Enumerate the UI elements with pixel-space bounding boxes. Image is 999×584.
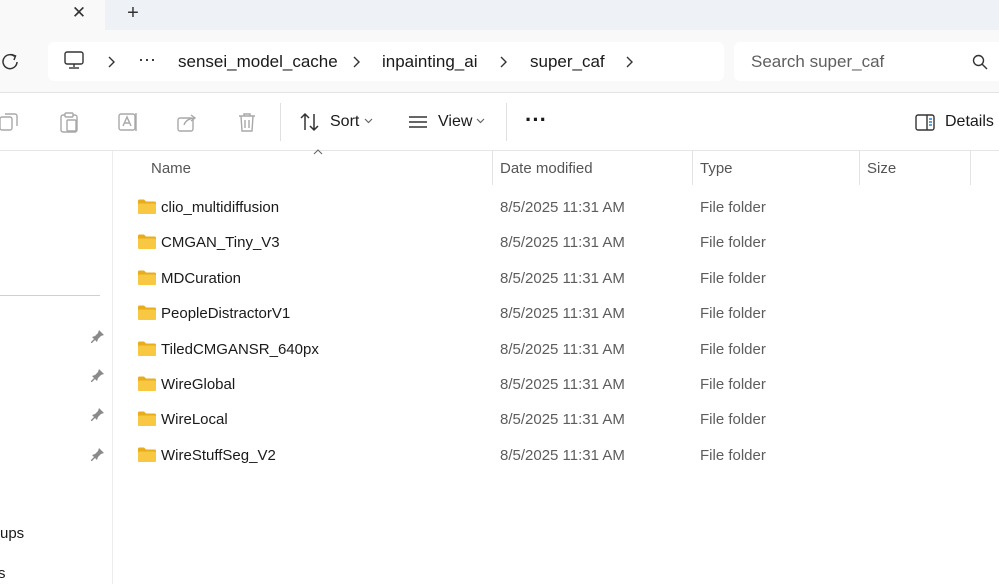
- pin-icon[interactable]: [91, 407, 105, 421]
- file-date: 8/5/2025 11:31 AM: [500, 305, 625, 322]
- share-icon[interactable]: [176, 111, 198, 133]
- column-header-label: Date modified: [500, 160, 593, 177]
- view-button[interactable]: View: [438, 113, 472, 131]
- view-icon[interactable]: [407, 111, 429, 133]
- delete-icon[interactable]: [236, 111, 258, 133]
- see-more-button[interactable]: ···: [525, 107, 547, 133]
- file-date: 8/5/2025 11:31 AM: [500, 411, 625, 428]
- breadcrumb-item[interactable]: inpainting_ai: [382, 52, 477, 72]
- file-date: 8/5/2025 11:31 AM: [500, 234, 625, 251]
- file-row[interactable]: CMGAN_Tiny_V3 8/5/2025 11:31 AM File fol…: [113, 225, 999, 260]
- file-row[interactable]: PeopleDistractorV1 8/5/2025 11:31 AM Fil…: [113, 296, 999, 331]
- file-row[interactable]: MDCuration 8/5/2025 11:31 AM File folder: [113, 261, 999, 296]
- file-row[interactable]: WireLocal 8/5/2025 11:31 AM File folder: [113, 402, 999, 437]
- file-date: 8/5/2025 11:31 AM: [500, 270, 625, 287]
- column-header-label: Type: [700, 160, 733, 177]
- rename-icon[interactable]: [117, 111, 139, 133]
- file-type: File folder: [700, 270, 766, 287]
- file-type: File folder: [700, 447, 766, 464]
- folder-icon: [138, 234, 156, 249]
- details-button[interactable]: Details: [945, 113, 994, 131]
- column-header-date[interactable]: Date modified: [493, 151, 692, 185]
- toolbar-separator: [280, 103, 281, 141]
- maximize-icon[interactable]: [920, 0, 940, 8]
- nav-divider: [0, 295, 100, 296]
- folder-icon: [138, 270, 156, 285]
- column-header-size[interactable]: Size: [860, 151, 970, 185]
- folder-icon: [138, 376, 156, 391]
- file-name: WireGlobal: [161, 376, 236, 393]
- search-input[interactable]: Search super_caf: [751, 52, 884, 72]
- file-type: File folder: [700, 376, 766, 393]
- file-name: CMGAN_Tiny_V3: [161, 234, 280, 251]
- copy-icon[interactable]: [0, 111, 20, 133]
- folder-icon: [138, 305, 156, 320]
- file-name: WireLocal: [161, 411, 228, 428]
- file-row[interactable]: clio_multidiffusion 8/5/2025 11:31 AM Fi…: [113, 190, 999, 225]
- file-name: TiledCMGANSR_640px: [161, 341, 319, 358]
- file-type: File folder: [700, 411, 766, 428]
- breadcrumb-item[interactable]: super_caf: [530, 52, 605, 72]
- new-tab-button[interactable]: +: [121, 2, 145, 24]
- nav-item-label[interactable]: s: [0, 565, 6, 582]
- file-date: 8/5/2025 11:31 AM: [500, 199, 625, 216]
- paste-icon[interactable]: [58, 111, 80, 133]
- chevron-down-icon[interactable]: [364, 118, 373, 124]
- search-icon[interactable]: [972, 54, 988, 70]
- minimize-icon[interactable]: [864, 0, 884, 8]
- address-bar[interactable]: ··· sensei_model_cache inpainting_ai sup…: [48, 42, 724, 81]
- column-header-label: Size: [867, 160, 897, 177]
- search-box[interactable]: Search super_caf: [734, 42, 999, 81]
- navigation-pane: ups s: [0, 151, 113, 584]
- folder-icon: [138, 199, 156, 214]
- file-date: 8/5/2025 11:31 AM: [500, 447, 625, 464]
- file-date: 8/5/2025 11:31 AM: [500, 376, 625, 393]
- file-date: 8/5/2025 11:31 AM: [500, 341, 625, 358]
- sort-button[interactable]: Sort: [330, 113, 359, 131]
- file-row[interactable]: WireGlobal 8/5/2025 11:31 AM File folder: [113, 367, 999, 402]
- pin-icon[interactable]: [91, 329, 105, 343]
- tab-current[interactable]: ✕: [0, 0, 105, 30]
- pin-icon[interactable]: [91, 368, 105, 382]
- column-divider[interactable]: [970, 151, 971, 185]
- this-pc-icon[interactable]: [64, 51, 84, 70]
- address-row: ··· sensei_model_cache inpainting_ai sup…: [0, 30, 999, 93]
- file-name: clio_multidiffusion: [161, 199, 280, 216]
- file-type: File folder: [700, 199, 766, 216]
- chevron-right-icon[interactable]: [497, 55, 509, 69]
- file-name: WireStuffSeg_V2: [161, 447, 276, 464]
- breadcrumb-item[interactable]: sensei_model_cache: [178, 52, 338, 72]
- nav-item-label[interactable]: ups: [0, 525, 24, 542]
- refresh-icon[interactable]: [0, 51, 22, 73]
- toolbar-separator: [506, 103, 507, 141]
- tab-close-button[interactable]: ✕: [68, 2, 90, 24]
- title-bar: ✕ +: [0, 0, 999, 30]
- column-header-name[interactable]: Name: [113, 151, 492, 185]
- file-type: File folder: [700, 341, 766, 358]
- chevron-right-icon[interactable]: [623, 55, 635, 69]
- folder-icon: [138, 411, 156, 426]
- breadcrumb-more-button[interactable]: ···: [138, 49, 156, 70]
- details-pane-icon[interactable]: [914, 112, 936, 134]
- file-type: File folder: [700, 305, 766, 322]
- sort-icon[interactable]: [299, 111, 321, 133]
- file-row[interactable]: WireStuffSeg_V2 8/5/2025 11:31 AM File f…: [113, 438, 999, 473]
- column-header-label: Name: [151, 160, 192, 177]
- file-row[interactable]: TiledCMGANSR_640px 8/5/2025 11:31 AM Fil…: [113, 332, 999, 367]
- pin-icon[interactable]: [91, 447, 105, 461]
- command-bar: Sort View ··· Details: [0, 93, 999, 151]
- close-window-icon[interactable]: [975, 0, 995, 8]
- column-header-type[interactable]: Type: [693, 151, 859, 185]
- folder-icon: [138, 341, 156, 356]
- folder-icon: [138, 447, 156, 462]
- chevron-right-icon[interactable]: [105, 55, 117, 69]
- file-name: PeopleDistractorV1: [161, 305, 291, 322]
- chevron-down-icon[interactable]: [476, 118, 485, 124]
- file-type: File folder: [700, 234, 766, 251]
- file-name: MDCuration: [161, 270, 242, 287]
- chevron-right-icon[interactable]: [350, 55, 362, 69]
